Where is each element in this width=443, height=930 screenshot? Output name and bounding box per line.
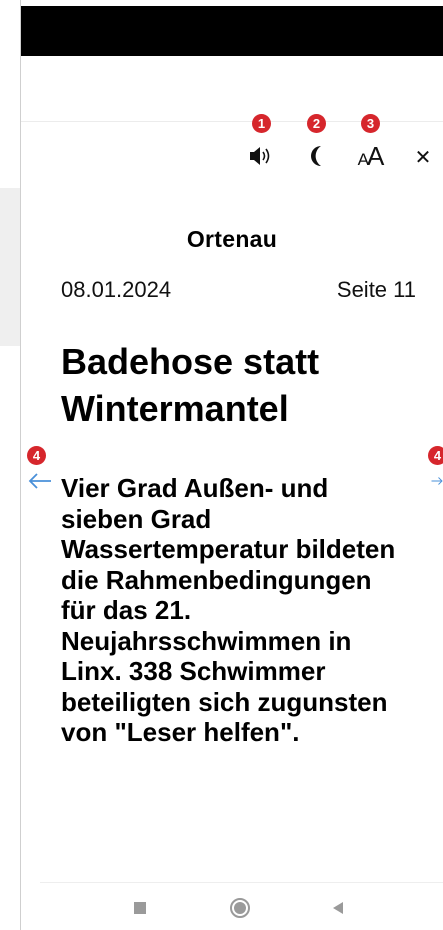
badge-night-mode: 2 xyxy=(307,114,326,133)
night-mode-button[interactable] xyxy=(303,142,331,170)
circle-icon xyxy=(230,898,250,918)
close-button[interactable]: ✕ xyxy=(410,144,436,170)
font-size-button[interactable]: AA xyxy=(352,140,388,172)
article-page: Seite 11 xyxy=(336,277,416,302)
close-icon: ✕ xyxy=(414,146,432,169)
back-triangle-icon xyxy=(333,902,343,914)
recent-apps-button[interactable] xyxy=(128,896,152,920)
font-size-icon: AA xyxy=(357,140,385,171)
nav-bar-divider xyxy=(40,882,443,883)
home-button[interactable] xyxy=(226,894,254,922)
section-title: Ortenau xyxy=(186,226,278,252)
back-button[interactable] xyxy=(326,896,350,920)
article-headline: Badehose statt Wintermantel xyxy=(61,341,320,429)
speaker-icon xyxy=(250,147,270,165)
badge-font-size: 3 xyxy=(361,114,380,133)
article-lead: Vier Grad Außen- und sieben Grad Wassert… xyxy=(61,473,396,747)
left-edge-panel xyxy=(0,188,20,346)
badge-prev: 4 xyxy=(27,446,46,465)
audio-button[interactable] xyxy=(248,144,276,168)
arrow-right-icon xyxy=(431,477,443,485)
next-page-button[interactable] xyxy=(425,468,443,494)
badge-audio: 1 xyxy=(252,114,271,133)
article-date: 08.01.2024 xyxy=(61,277,172,302)
arrow-left-icon xyxy=(28,473,51,489)
square-icon xyxy=(134,902,146,914)
badge-next: 4 xyxy=(428,446,443,465)
status-bar xyxy=(21,6,443,56)
left-edge-divider xyxy=(20,0,21,930)
left-edge-strip xyxy=(0,0,20,930)
moon-icon xyxy=(311,146,321,166)
prev-page-button[interactable] xyxy=(27,468,53,494)
